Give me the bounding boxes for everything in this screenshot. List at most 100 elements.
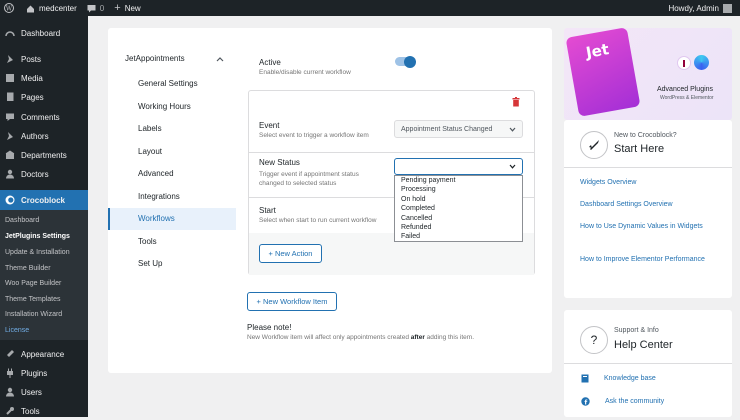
option-failed[interactable]: Failed (395, 232, 522, 241)
menu-label: Tools (21, 406, 40, 416)
submenu-license[interactable]: License (5, 327, 29, 334)
new-label: New (124, 3, 141, 13)
rocket-icon (580, 131, 608, 159)
menu-appearance[interactable]: Appearance (0, 345, 88, 363)
menu-departments[interactable]: Departments (0, 146, 88, 164)
link-dashboard-settings[interactable]: Dashboard Settings Overview (580, 200, 673, 210)
divider (248, 152, 535, 153)
link-ask-community[interactable]: Ask the community (605, 397, 664, 407)
submenu-theme-templates[interactable]: Theme Templates (5, 296, 61, 303)
submenu-installation-wizard[interactable]: Installation Wizard (5, 311, 62, 318)
nav-setup[interactable]: Set Up (138, 259, 162, 268)
status-dropdown-list: Pending payment Processing On hold Compl… (394, 175, 523, 242)
menu-label: Doctors (21, 169, 49, 179)
menu-label: Pages (21, 92, 44, 102)
menu-doctors[interactable]: Doctors (0, 165, 88, 183)
home-icon (27, 5, 34, 12)
link-dynamic-values[interactable]: How to Use Dynamic Values in Widgets (580, 222, 710, 232)
menu-pages[interactable]: Pages (0, 88, 88, 106)
option-refunded[interactable]: Refunded (395, 223, 522, 232)
submenu-woo-page-builder[interactable]: Woo Page Builder (5, 280, 61, 287)
option-cancelled[interactable]: Cancelled (395, 214, 522, 223)
status-label: New Status (259, 158, 300, 167)
admin-bar: W medcenter 0 + New Howdy, Admin (0, 0, 740, 16)
status-select[interactable] (394, 158, 523, 175)
menu-label: Authors (21, 131, 49, 141)
trash-icon[interactable] (512, 97, 520, 107)
advanced-plugins-banner[interactable]: Jet Advanced Plugins WordPress & Element… (564, 28, 732, 120)
note-title: Please note! (247, 323, 292, 332)
building-icon (5, 150, 15, 160)
book-icon (581, 374, 589, 383)
status-desc-line1: Trigger event if appointment status (259, 171, 359, 178)
menu-users[interactable]: Users (0, 383, 88, 401)
nav-workflows[interactable]: Workflows (138, 214, 175, 223)
chevron-down-icon (509, 127, 516, 132)
help-small: Support & Info (614, 327, 659, 334)
divider (564, 363, 732, 364)
new-content-link[interactable]: + New (114, 2, 140, 14)
option-pending-payment[interactable]: Pending payment (395, 176, 522, 185)
elementor-icon (677, 56, 691, 70)
divider (564, 167, 732, 168)
menu-tools[interactable]: Tools (0, 402, 88, 420)
nav-group-title[interactable]: JetAppointments (125, 54, 185, 63)
menu-dashboard[interactable]: Dashboard (0, 24, 88, 42)
account-link[interactable]: Howdy, Admin (668, 3, 732, 13)
nav-advanced[interactable]: Advanced (138, 169, 174, 178)
event-label: Event (259, 121, 280, 130)
menu-label: Appearance (21, 349, 65, 359)
start-title: Start Here (614, 143, 665, 155)
pin-icon (5, 54, 15, 64)
menu-authors[interactable]: Authors (0, 127, 88, 145)
menu-label: Users (21, 387, 42, 397)
submenu-update-installation[interactable]: Update & Installation (5, 249, 70, 256)
nav-general-settings[interactable]: General Settings (138, 79, 198, 88)
banner-title: Advanced Plugins (657, 86, 714, 93)
menu-label: Media (21, 73, 43, 83)
dashboard-icon (5, 28, 15, 38)
crocoblock-icon (5, 195, 15, 205)
active-toggle[interactable] (395, 55, 416, 68)
nav-integrations[interactable]: Integrations (138, 192, 180, 201)
menu-media[interactable]: Media (0, 69, 88, 87)
question-icon: ? (580, 326, 608, 354)
menu-comments[interactable]: Comments (0, 108, 88, 126)
submenu-jetplugins-settings[interactable]: JetPlugins Settings (5, 233, 70, 240)
nav-layout[interactable]: Layout (138, 147, 162, 156)
site-name: medcenter (39, 3, 77, 13)
event-select[interactable]: Appointment Status Changed (394, 120, 523, 138)
nav-tools[interactable]: Tools (138, 237, 157, 246)
submenu-dashboard[interactable]: Dashboard (5, 217, 39, 224)
new-workflow-item-button[interactable]: + New Workflow Item (247, 292, 337, 311)
svg-text:f: f (584, 399, 587, 406)
nav-labels[interactable]: Labels (138, 124, 162, 133)
option-on-hold[interactable]: On hold (395, 195, 522, 204)
menu-posts[interactable]: Posts (0, 50, 88, 68)
avatar (723, 3, 732, 13)
comment-icon (87, 4, 96, 12)
option-completed[interactable]: Completed (395, 204, 522, 213)
submenu-theme-builder[interactable]: Theme Builder (5, 265, 51, 272)
menu-crocoblock[interactable]: Crocoblock (0, 190, 88, 210)
howdy-label: Howdy, Admin (668, 3, 719, 13)
new-action-button[interactable]: + New Action (259, 244, 322, 263)
nav-working-hours[interactable]: Working Hours (138, 102, 191, 111)
menu-label: Comments (21, 112, 60, 122)
wordpress-logo[interactable]: W (4, 3, 14, 13)
link-widgets-overview[interactable]: Widgets Overview (580, 178, 636, 188)
link-knowledge-base[interactable]: Knowledge base (604, 374, 656, 384)
banner-subtitle: WordPress & Elementor (660, 95, 714, 101)
link-elementor-performance[interactable]: How to Improve Elementor Performance (580, 255, 710, 265)
chevron-up-icon[interactable] (216, 56, 224, 62)
menu-label: Posts (21, 54, 42, 64)
site-link[interactable]: medcenter (26, 4, 77, 13)
menu-plugins[interactable]: Plugins (0, 364, 88, 382)
svg-text:W: W (6, 6, 13, 13)
person-icon (5, 169, 15, 179)
admin-sidebar: Dashboard Posts Media Pages Comments Aut… (0, 16, 88, 417)
comment-icon (5, 112, 15, 122)
option-processing[interactable]: Processing (395, 185, 522, 194)
comments-link[interactable]: 0 (87, 4, 104, 13)
brush-icon (5, 349, 15, 359)
